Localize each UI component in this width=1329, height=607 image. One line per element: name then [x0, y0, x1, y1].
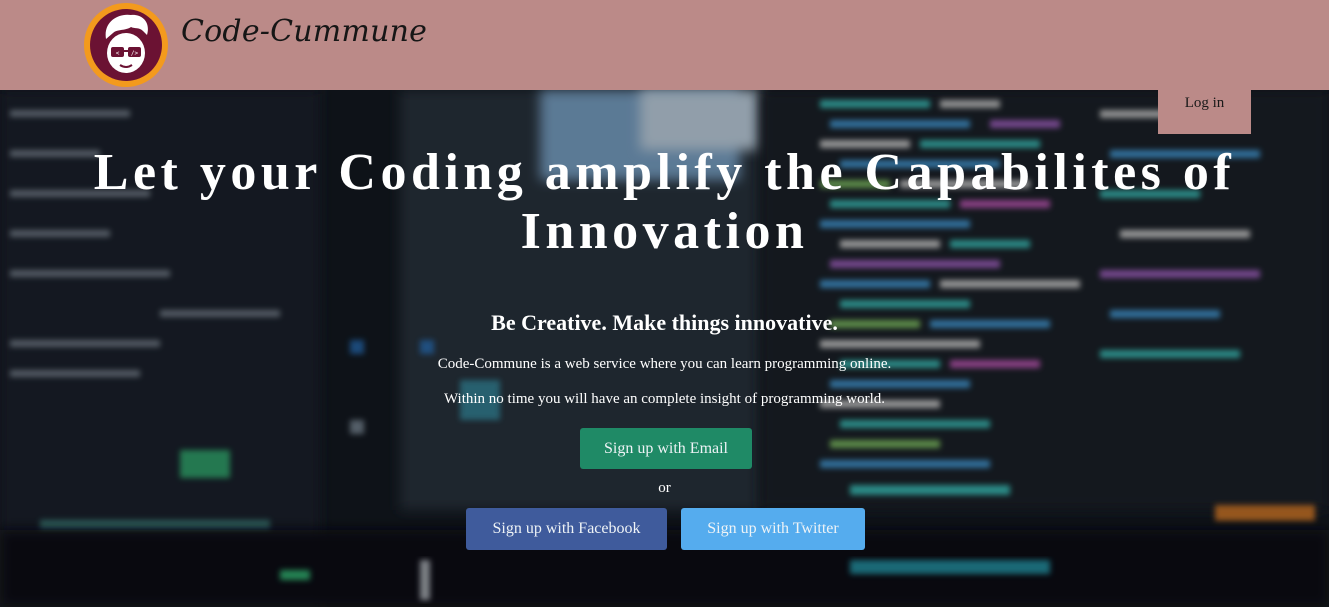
site-header: < /> Code-Cummune — [0, 0, 1329, 90]
brand-name[interactable]: Code-Cummune — [181, 14, 427, 49]
signup-email-button[interactable]: Sign up with Email — [580, 428, 752, 469]
page: < /> Code-Cummune Log in Let your Coding… — [0, 0, 1329, 607]
signup-twitter-button[interactable]: Sign up with Twitter — [681, 508, 865, 550]
or-separator: or — [658, 480, 671, 496]
svg-text:/>: /> — [131, 50, 139, 57]
hero-description-1: Code-Commune is a web service where you … — [437, 356, 892, 372]
hero-tagline: Be Creative. Make things innovative. — [491, 310, 838, 335]
signup-facebook-button[interactable]: Sign up with Facebook — [466, 508, 667, 550]
hero-title: Let your Coding amplify the Capabilites … — [93, 144, 1236, 260]
coder-face-logo-icon[interactable]: < /> — [81, 1, 171, 89]
login-button[interactable]: Log in — [1158, 83, 1251, 134]
svg-text:<: < — [116, 50, 120, 57]
hero-description-2: Within no time you will have an complete… — [444, 391, 885, 407]
